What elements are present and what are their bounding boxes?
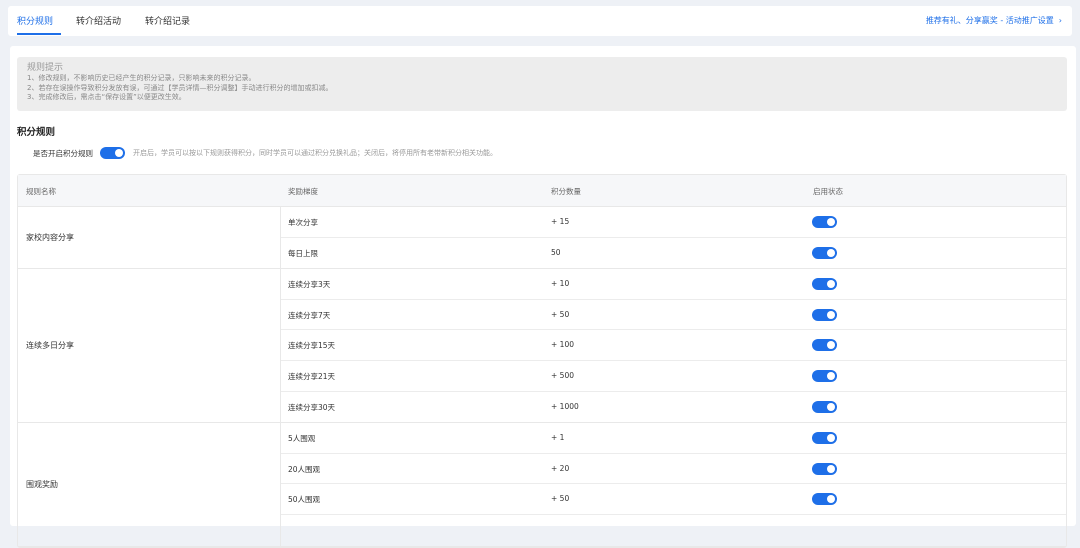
points-cell: + 50: [551, 494, 570, 504]
status-toggle[interactable]: [812, 339, 837, 352]
tips-line: 3、完成修改后，需点击“保存设置”以便更改生效。: [27, 93, 186, 101]
tier-cell: 连续分享21天: [288, 371, 336, 381]
rule-group-view-reward: 围观奖励 5人围观 + 1 20人围观 + 20 50人围观 + 50: [18, 423, 1066, 547]
header-reward-tier: 奖励梯度: [288, 187, 318, 196]
status-toggle[interactable]: [812, 308, 837, 321]
master-switch-description: 开启后，学员可以按以下规则获得积分，同时学员可以通过积分兑换礼品；关闭后，将停用…: [133, 149, 497, 157]
table-row: 连续分享21天 + 500: [281, 361, 1066, 392]
points-cell: 50: [551, 247, 561, 257]
tips-title: 规则提示: [27, 63, 64, 73]
section-title: 积分规则: [17, 127, 56, 138]
tier-cell: 5人围观: [288, 434, 316, 444]
tab-referral-activity[interactable]: 转介绍活动: [76, 14, 121, 27]
points-cell: + 1000: [551, 401, 579, 411]
points-cell: + 100: [551, 340, 574, 350]
group-name: 围观奖励: [26, 480, 58, 490]
main-panel: 规则提示 1、修改规则，不影响历史已经产生的积分记录，只影响未来的积分记录。 2…: [10, 46, 1076, 548]
master-switch-toggle[interactable]: [100, 147, 125, 159]
points-cell: + 50: [551, 309, 570, 319]
promotion-settings-link[interactable]: 推荐有礼、分享赢奖 - 活动推广设置 ›: [926, 15, 1062, 26]
points-cell: + 10: [551, 279, 570, 289]
tier-cell: 单次分享: [288, 218, 318, 227]
header-status: 启用状态: [813, 187, 843, 196]
table-row: 每日上限 50: [281, 238, 1066, 269]
points-cell: + 500: [551, 370, 574, 380]
status-toggle[interactable]: [812, 432, 837, 445]
active-tab-indicator: [17, 33, 61, 35]
header-rule-name: 规则名称: [26, 187, 56, 196]
table-row: 连续分享15天 + 100: [281, 330, 1066, 361]
table-row: 5人围观 + 1: [281, 423, 1066, 454]
tier-cell: 连续分享30天: [288, 402, 336, 412]
points-cell: + 15: [551, 217, 570, 226]
status-toggle[interactable]: [812, 369, 837, 382]
status-toggle[interactable]: [812, 493, 837, 506]
tips-line: 1、修改规则，不影响历史已经产生的积分记录，只影响未来的积分记录。: [27, 74, 256, 82]
rule-group-share-content: 家校内容分享 单次分享 + 15 每日上限 50: [18, 207, 1066, 270]
rule-group-consecutive-share: 连续多日分享 连续分享3天 + 10 连续分享7天 + 50 连续分享15天 +…: [18, 269, 1066, 424]
tab-points-rules[interactable]: 积分规则: [17, 14, 53, 27]
tier-cell: 每日上限: [288, 248, 318, 258]
points-cell: + 1: [551, 433, 565, 443]
promotion-settings-link-label: 推荐有礼、分享赢奖 - 活动推广设置: [925, 16, 1054, 25]
points-cell: + 20: [551, 463, 570, 473]
master-switch-label: 是否开启积分规则: [33, 148, 93, 158]
tips-line: 2、若存在误操作导致积分发放有误，可通过【学员详情—积分调整】手动进行积分的增加…: [27, 83, 333, 92]
tier-cell: 50人围观: [288, 495, 321, 505]
header-points: 积分数量: [551, 187, 581, 196]
status-toggle[interactable]: [812, 246, 837, 259]
table-row: 50人围观 + 50: [281, 484, 1066, 515]
status-toggle[interactable]: [812, 400, 837, 413]
tier-cell: 连续分享3天: [288, 280, 331, 290]
status-toggle[interactable]: [812, 278, 837, 291]
chevron-right-icon: ›: [1058, 16, 1062, 25]
table-row: 连续分享3天 + 10: [281, 269, 1066, 300]
tier-cell: 连续分享7天: [288, 310, 331, 320]
status-toggle[interactable]: [812, 462, 837, 475]
tab-referral-records[interactable]: 转介绍记录: [145, 14, 190, 27]
table-header: 规则名称 奖励梯度 积分数量 启用状态: [18, 175, 1066, 207]
tier-cell: 20人围观: [288, 464, 321, 474]
top-tab-bar: 积分规则 转介绍活动 转介绍记录 推荐有礼、分享赢奖 - 活动推广设置 ›: [8, 6, 1072, 36]
table-row: 20人围观 + 20: [281, 454, 1066, 485]
group-name: 家校内容分享: [26, 233, 74, 242]
status-toggle[interactable]: [812, 216, 837, 228]
tier-cell: 连续分享15天: [288, 341, 336, 351]
table-row: 连续分享30天 + 1000: [281, 392, 1066, 423]
group-name: 连续多日分享: [26, 341, 74, 351]
table-row: 单次分享 + 15: [281, 207, 1066, 238]
master-switch-row: 是否开启积分规则 开启后，学员可以按以下规则获得积分，同时学员可以通过积分兑换礼…: [33, 146, 497, 160]
table-row: 连续分享7天 + 50: [281, 300, 1066, 331]
points-rules-table: 规则名称 奖励梯度 积分数量 启用状态 家校内容分享 单次分享 + 15 每日上…: [17, 174, 1067, 548]
rules-tips-box: 规则提示 1、修改规则，不影响历史已经产生的积分记录，只影响未来的积分记录。 2…: [17, 57, 1067, 111]
